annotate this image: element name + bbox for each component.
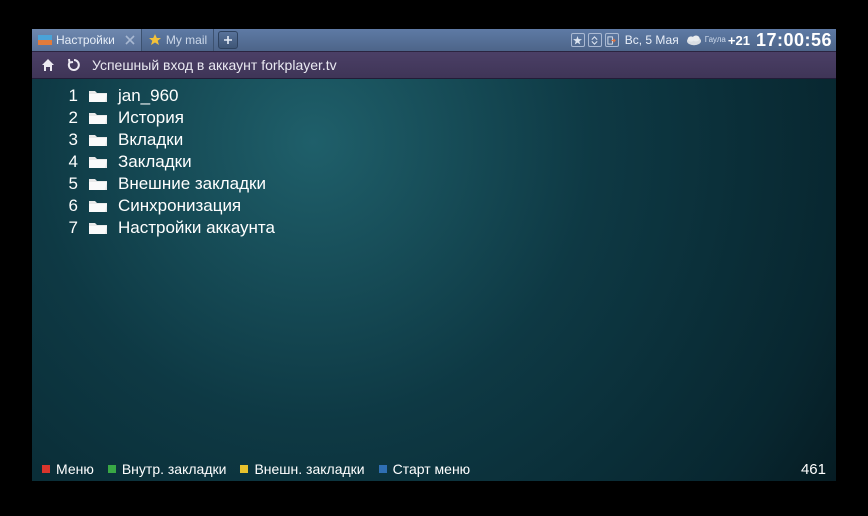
tray-expand-icon[interactable] bbox=[588, 33, 602, 47]
yellow-dot-icon bbox=[240, 465, 248, 473]
footer-blue[interactable]: Старт меню bbox=[379, 461, 471, 477]
tray-star-icon[interactable] bbox=[571, 33, 585, 47]
weather-widget: Гаула +21 bbox=[685, 31, 750, 49]
item-label: jan_960 bbox=[118, 86, 179, 106]
item-label: Вкладки bbox=[118, 130, 183, 150]
app-icon bbox=[38, 33, 52, 47]
new-tab-button[interactable] bbox=[218, 31, 238, 49]
tab-bar: Настройки My mail Вс, 5 Мая Гаула +21 17… bbox=[32, 29, 836, 51]
date-label: Вс, 5 Мая bbox=[625, 33, 679, 47]
reload-icon[interactable] bbox=[66, 57, 82, 73]
item-index: 3 bbox=[50, 130, 78, 150]
list-item[interactable]: 5 Внешние закладки bbox=[50, 173, 822, 195]
footer-yellow-label: Внешн. закладки bbox=[254, 461, 364, 477]
red-dot-icon bbox=[42, 465, 50, 473]
folder-icon bbox=[88, 154, 108, 170]
item-index: 2 bbox=[50, 108, 78, 128]
item-label: История bbox=[118, 108, 184, 128]
status-message: Успешный вход в аккаунт forkplayer.tv bbox=[92, 57, 828, 73]
menu-list: 1 jan_960 2 История 3 Вкладки 4 Закладки… bbox=[32, 79, 836, 239]
item-label: Закладки bbox=[118, 152, 192, 172]
folder-icon bbox=[88, 220, 108, 236]
home-icon[interactable] bbox=[40, 57, 56, 73]
list-item[interactable]: 3 Вкладки bbox=[50, 129, 822, 151]
close-icon[interactable] bbox=[125, 35, 135, 45]
address-bar: Успешный вход в аккаунт forkplayer.tv bbox=[32, 51, 836, 79]
list-item[interactable]: 4 Закладки bbox=[50, 151, 822, 173]
list-item[interactable]: 1 jan_960 bbox=[50, 85, 822, 107]
tab-label: Настройки bbox=[56, 33, 115, 47]
item-index: 6 bbox=[50, 196, 78, 216]
footer-green[interactable]: Внутр. закладки bbox=[108, 461, 227, 477]
folder-icon bbox=[88, 110, 108, 126]
tab-settings[interactable]: Настройки bbox=[32, 29, 142, 51]
star-icon bbox=[148, 33, 162, 47]
system-tray bbox=[565, 29, 625, 51]
list-item[interactable]: 6 Синхронизация bbox=[50, 195, 822, 217]
weather-location: Гаула bbox=[705, 36, 726, 44]
tray-exit-icon[interactable] bbox=[605, 33, 619, 47]
footer-red-label: Меню bbox=[56, 461, 94, 477]
list-item[interactable]: 7 Настройки аккаунта bbox=[50, 217, 822, 239]
item-label: Синхронизация bbox=[118, 196, 241, 216]
item-index: 1 bbox=[50, 86, 78, 106]
blue-dot-icon bbox=[379, 465, 387, 473]
footer-green-label: Внутр. закладки bbox=[122, 461, 227, 477]
weather-temperature: +21 bbox=[728, 33, 750, 48]
footer-yellow[interactable]: Внешн. закладки bbox=[240, 461, 364, 477]
folder-icon bbox=[88, 88, 108, 104]
folder-icon bbox=[88, 176, 108, 192]
footer-count: 461 bbox=[801, 461, 826, 478]
tab-mymail[interactable]: My mail bbox=[142, 29, 214, 51]
footer-bar: Меню Внутр. закладки Внешн. закладки Ста… bbox=[32, 457, 836, 481]
list-item[interactable]: 2 История bbox=[50, 107, 822, 129]
footer-red[interactable]: Меню bbox=[42, 461, 94, 477]
item-index: 7 bbox=[50, 218, 78, 238]
footer-blue-label: Старт меню bbox=[393, 461, 471, 477]
folder-icon bbox=[88, 132, 108, 148]
tab-label: My mail bbox=[166, 33, 207, 47]
item-index: 4 bbox=[50, 152, 78, 172]
item-index: 5 bbox=[50, 174, 78, 194]
time-label: 17:00:56 bbox=[756, 30, 832, 51]
folder-icon bbox=[88, 198, 108, 214]
weather-icon bbox=[685, 31, 703, 49]
clock-area: Вс, 5 Мая Гаула +21 17:00:56 bbox=[625, 29, 836, 51]
item-label: Внешние закладки bbox=[118, 174, 266, 194]
green-dot-icon bbox=[108, 465, 116, 473]
item-label: Настройки аккаунта bbox=[118, 218, 275, 238]
